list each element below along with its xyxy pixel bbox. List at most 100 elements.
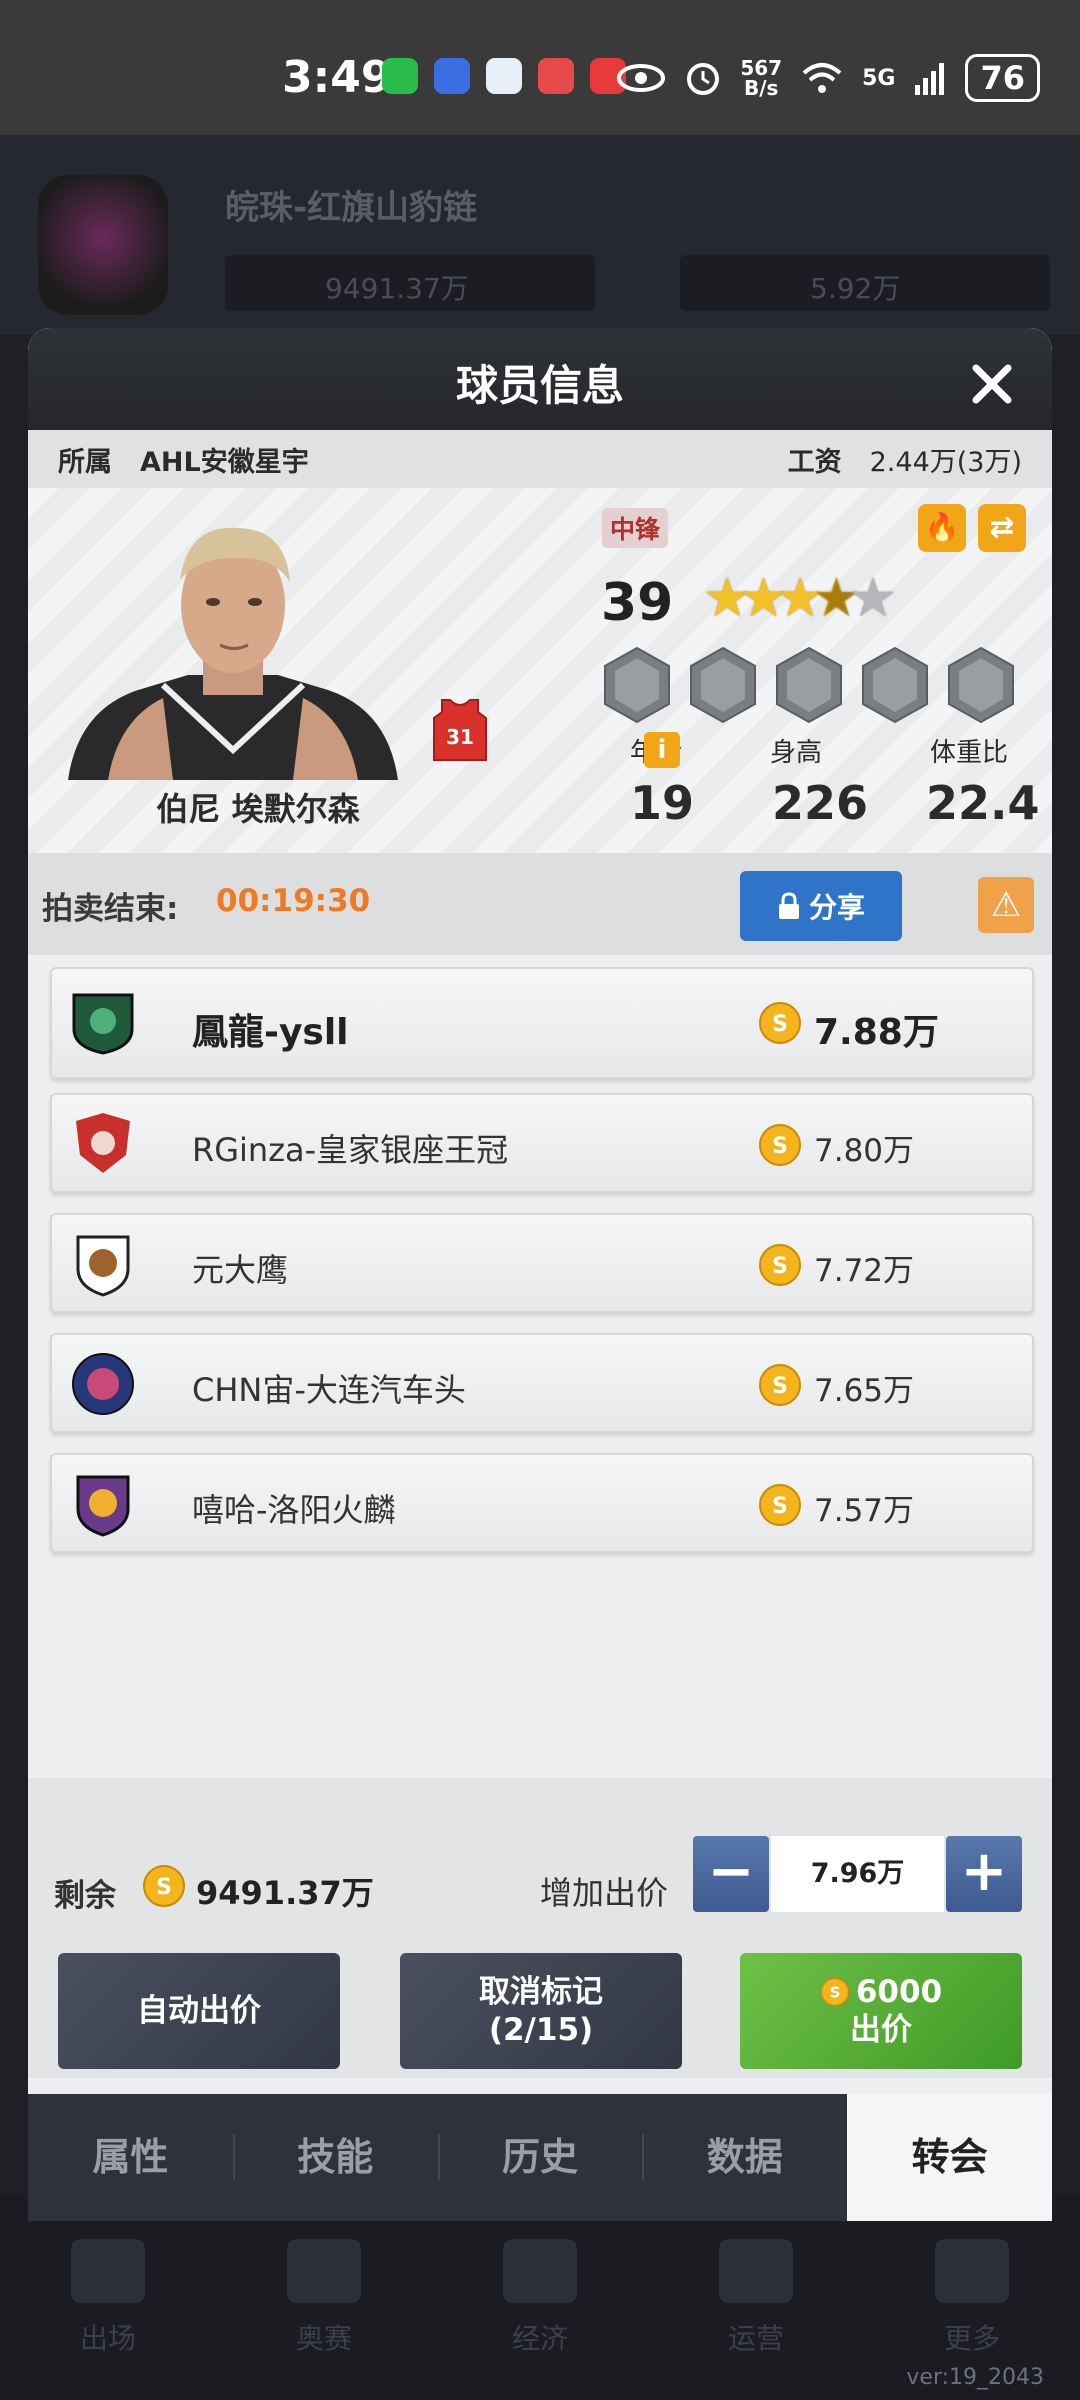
nav-item: 更多 <box>935 2238 1009 2357</box>
cancel-mark-button[interactable]: 取消标记 (2/15) <box>400 1953 682 2069</box>
wifi-icon <box>802 63 842 93</box>
bidder-name: 元大鹰 <box>192 1251 289 1289</box>
coin-icon: S <box>820 1977 850 2007</box>
auction-countdown: 00:19:30 <box>216 883 371 919</box>
status-indicators: 567 B/s 5G 76 <box>616 54 1040 102</box>
bid-row[interactable]: CHN宙-大连汽车头 S 7.65万 <box>50 1333 1034 1433</box>
tab-data[interactable]: 数据 <box>642 2094 847 2221</box>
increase-bid-button[interactable]: + <box>946 1836 1022 1912</box>
dialog-header: 球员信息 <box>28 328 1052 430</box>
star-empty-icon: ★ <box>848 566 898 629</box>
coin-icon: S <box>759 1124 801 1166</box>
height-label: 身高 <box>770 738 823 768</box>
notification-icons <box>382 58 626 94</box>
share-button[interactable]: 分享 <box>740 871 902 941</box>
bidder-name: 鳳龍-ysll <box>192 1012 349 1053</box>
resource-gems: 5.92万 <box>680 255 1050 311</box>
warning-icon: ⚠ <box>990 885 1022 925</box>
bid-row[interactable]: RGinza-皇家银座王冠 S 7.80万 <box>50 1093 1034 1193</box>
jersey-number: 31 <box>446 725 474 749</box>
bid-list: 鳳龍-ysll S 7.88万 RGinza-皇家银座王冠 S 7.80万 元大… <box>28 955 1052 1775</box>
team-title: 皖珠-红旗山豹链 <box>225 188 478 228</box>
share-label: 分享 <box>808 891 865 924</box>
weight-ratio-value: 22.4 <box>926 776 1040 830</box>
tab-history[interactable]: 历史 <box>437 2094 643 2221</box>
bid-row[interactable]: 元大鹰 S 7.72万 <box>50 1213 1034 1313</box>
close-button[interactable] <box>970 348 1014 419</box>
auto-bid-button[interactable]: 自动出价 <box>58 1953 340 2069</box>
remaining-value: 9491.37万 <box>196 1874 374 1912</box>
jersey-icon: 31 <box>433 699 487 761</box>
tab-transfer[interactable]: 转会 <box>847 2094 1052 2221</box>
team-logo <box>76 1235 130 1297</box>
nav-item: 奥赛 <box>287 2238 361 2357</box>
raise-amount-field[interactable]: 7.96万 <box>771 1836 944 1912</box>
svg-text:S: S <box>772 1254 788 1279</box>
bidder-name: RGinza-皇家银座王冠 <box>192 1131 509 1169</box>
hexagon-slot-icon[interactable] <box>603 646 671 724</box>
nav-item: 运营 <box>719 2238 793 2357</box>
club-salary-row: 所属 AHL安徽星宇 工资 2.44万(3万) <box>28 430 1052 488</box>
coin-icon: S <box>143 1865 185 1907</box>
svg-text:S: S <box>772 1012 788 1037</box>
fire-button[interactable]: 🔥 <box>918 504 966 552</box>
skill-slots <box>603 646 1015 724</box>
coin-icon: S <box>759 1364 801 1406</box>
coin-icon: S <box>759 1244 801 1286</box>
info-icon[interactable]: i <box>644 732 680 768</box>
player-name: 伯尼 埃默尔森 <box>156 790 360 828</box>
bid-row[interactable]: 鳳龍-ysll S 7.88万 <box>50 967 1034 1079</box>
alarm-icon <box>687 63 720 95</box>
nav-item: 经济 <box>503 2238 577 2357</box>
weight-ratio-label: 体重比 <box>930 738 1009 768</box>
coin-icon: S <box>759 1002 801 1044</box>
network-type: 5G <box>862 65 896 91</box>
position-badge: 中锋 <box>602 508 669 548</box>
auction-row: 拍卖结束: 00:19:30 分享 ⚠ <box>28 853 1052 957</box>
bid-amount: 7.88万 <box>814 1012 939 1053</box>
swap-button[interactable]: ⇄ <box>978 504 1026 552</box>
team-logo <box>76 1113 130 1173</box>
signal-icon <box>915 63 945 95</box>
close-icon <box>972 364 1012 404</box>
height-value: 226 <box>772 776 869 830</box>
bid-cost: 6000 <box>855 1974 943 2010</box>
bid-label: 出价 <box>850 2012 912 2048</box>
coin-icon: S <box>759 1484 801 1526</box>
bid-amount: 7.65万 <box>814 1373 915 1409</box>
team-logo <box>38 175 168 315</box>
bidder-name: 嘻哈-洛阳火麟 <box>192 1491 396 1529</box>
place-bid-button[interactable]: S 6000 出价 <box>740 1953 1022 2069</box>
cancel-mark-label: 取消标记 <box>479 1974 603 2010</box>
bidder-name: CHN宙-大连汽车头 <box>192 1371 466 1409</box>
tab-skills[interactable]: 技能 <box>232 2094 438 2221</box>
hexagon-slot-icon[interactable] <box>689 646 757 724</box>
battery-icon: 76 <box>965 54 1040 102</box>
dialog-title: 球员信息 <box>455 361 624 410</box>
remaining-label: 剩余 <box>54 1878 116 1914</box>
decrease-bid-button[interactable]: − <box>693 1836 769 1912</box>
eye-icon <box>617 64 666 92</box>
salary-value: 2.44万(3万) <box>869 446 1022 478</box>
bid-row[interactable]: 嘻哈-洛阳火麟 S 7.57万 <box>50 1453 1034 1553</box>
nav-item: 出场 <box>71 2238 145 2357</box>
hexagon-slot-icon[interactable] <box>947 646 1015 724</box>
lock-icon <box>778 892 799 919</box>
clock: 3:49 <box>282 52 392 103</box>
svg-text:S: S <box>772 1494 788 1519</box>
team-logo <box>72 993 134 1055</box>
app-notification-icon <box>434 58 470 94</box>
tab-attributes[interactable]: 属性 <box>28 2094 233 2221</box>
hexagon-slot-icon[interactable] <box>861 646 929 724</box>
status-bar: 3:49 567 B/s 5G 76 <box>0 0 1080 135</box>
salary-label: 工资 <box>787 446 842 478</box>
hexagon-slot-icon[interactable] <box>775 646 843 724</box>
bid-amount: 7.80万 <box>814 1133 915 1169</box>
age-value: 19 <box>630 776 695 830</box>
player-info-dialog: 球员信息 所属 AHL安徽星宇 工资 2.44万(3万) 31 伯尼 埃默尔森 … <box>28 328 1052 2221</box>
report-button[interactable]: ⚠ <box>978 877 1034 933</box>
background-header: 皖珠-红旗山豹链 9491.37万 5.92万 <box>0 135 1080 335</box>
svg-text:S: S <box>772 1374 788 1399</box>
wechat-icon <box>382 58 418 94</box>
club-label: 所属 <box>58 446 112 478</box>
